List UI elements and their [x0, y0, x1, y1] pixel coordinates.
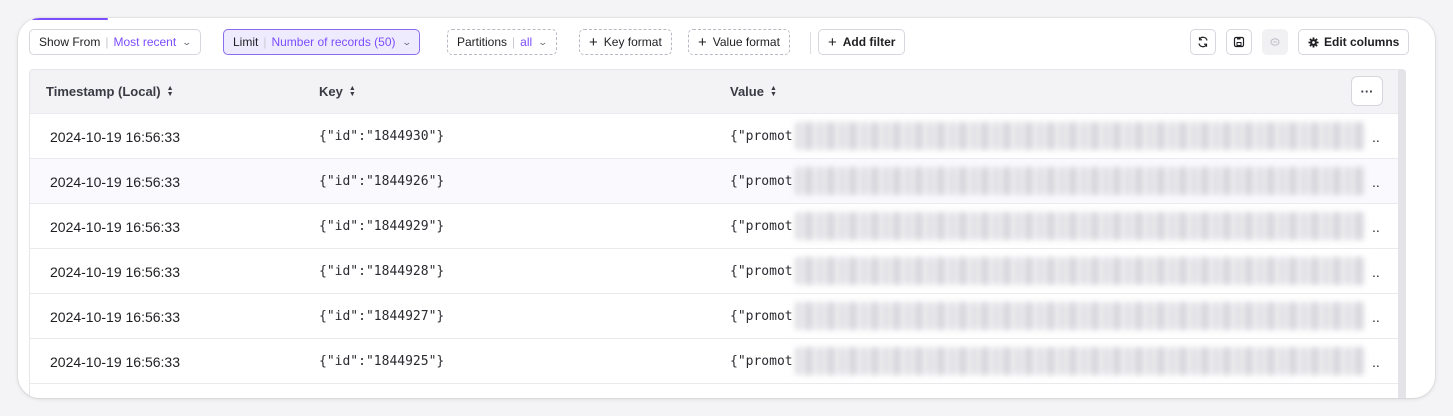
records-table: Timestamp (Local) ▲ ▼ Key ▲ ▼ Value ▲ ▼ ···… — [29, 69, 1400, 398]
timestamp-cell: 2024-10-19 16:56:33 — [50, 353, 180, 370]
refresh-icon — [1198, 36, 1208, 48]
column-header-value[interactable]: Value ▲ ▼ — [730, 70, 777, 113]
show-from-label: Show From — [39, 35, 101, 49]
value-format-button[interactable]: + Value format — [688, 29, 790, 55]
active-tab-indicator — [32, 18, 108, 20]
key-format-label: Key format — [603, 35, 662, 49]
sort-icon: ▲ ▼ — [348, 84, 356, 98]
key-cell: {"id":"1844929"} — [319, 219, 445, 234]
refresh-button[interactable] — [1190, 29, 1216, 55]
sort-icon: ▲ ▼ — [769, 84, 777, 98]
table-row[interactable]: 2024-10-19 16:56:33 {"id":"1844927"} {"p… — [30, 293, 1399, 339]
table-row[interactable]: 2024-10-19 16:56:33 {"id":"1844928"} {"p… — [30, 248, 1399, 294]
column-label: Value — [730, 84, 764, 99]
table-row-partial[interactable] — [30, 383, 1399, 398]
value-cell: {"promot — [730, 174, 793, 189]
timestamp-cell: 2024-10-19 16:56:33 — [50, 263, 180, 280]
edit-columns-button[interactable]: Edit columns — [1298, 29, 1410, 55]
key-cell: {"id":"1844930"} — [319, 129, 445, 144]
value-cell: {"promot — [730, 309, 793, 324]
key-cell: {"id":"1844928"} — [319, 264, 445, 279]
save-icon — [1233, 36, 1245, 48]
chevron-down-icon: ⌄ — [537, 36, 549, 47]
truncation-ellipsis: .. — [1372, 173, 1380, 190]
show-from-value: Most recent — [113, 35, 177, 49]
value-cell: {"promot — [730, 354, 793, 369]
key-cell: {"id":"1844926"} — [319, 174, 445, 189]
timestamp-cell: 2024-10-19 16:56:33 — [50, 218, 180, 235]
save-button[interactable] — [1226, 29, 1252, 55]
redacted-value — [795, 122, 1365, 150]
more-icon: ··· — [1360, 83, 1374, 99]
column-header-timestamp[interactable]: Timestamp (Local) ▲ ▼ — [46, 70, 174, 113]
value-cell: {"promot — [730, 219, 793, 234]
value-cell: {"promot — [730, 264, 793, 279]
table-row[interactable]: 2024-10-19 16:56:33 {"id":"1844925"} {"p… — [30, 338, 1399, 384]
value-format-label: Value format — [712, 35, 780, 49]
column-label: Timestamp (Local) — [46, 84, 161, 99]
plus-icon: + — [589, 33, 598, 51]
sort-icon: ▲ ▼ — [166, 84, 174, 98]
table-header: Timestamp (Local) ▲ ▼ Key ▲ ▼ Value ▲ ▼ ··· — [30, 70, 1399, 113]
toolbar: Show From | Most recent ⌄ Limit | Number… — [29, 29, 1419, 57]
timestamp-cell: 2024-10-19 16:56:33 — [50, 128, 180, 145]
chevron-down-icon: ⌄ — [181, 36, 193, 47]
key-format-button[interactable]: + Key format — [579, 29, 672, 55]
value-cell: {"promot — [730, 129, 793, 144]
redacted-value — [795, 257, 1365, 285]
table-row[interactable]: 2024-10-19 16:56:33 {"id":"1844930"} {"p… — [30, 113, 1399, 159]
truncation-ellipsis: .. — [1372, 308, 1380, 325]
plus-icon: + — [698, 33, 707, 51]
limit-dropdown[interactable]: Limit | Number of records (50) ⌄ — [223, 29, 421, 55]
show-from-dropdown[interactable]: Show From | Most recent ⌄ — [29, 29, 201, 55]
timestamp-cell: 2024-10-19 16:56:33 — [50, 308, 180, 325]
partitions-value: all — [520, 35, 533, 49]
truncation-ellipsis: .. — [1372, 218, 1380, 235]
truncation-ellipsis: .. — [1372, 128, 1380, 145]
toolbar-divider — [810, 32, 811, 54]
timestamp-cell: 2024-10-19 16:56:33 — [50, 173, 180, 190]
partitions-dropdown[interactable]: Partitions | all ⌄ — [447, 29, 557, 55]
add-filter-label: Add filter — [842, 35, 896, 49]
truncation-ellipsis: .. — [1372, 353, 1380, 370]
add-filter-button[interactable]: + Add filter — [818, 29, 906, 55]
vertical-scrollbar[interactable] — [1398, 69, 1406, 398]
redacted-value — [795, 302, 1365, 330]
redacted-value — [795, 347, 1365, 375]
table-row[interactable]: 2024-10-19 16:56:33 {"id":"1844926"} {"p… — [30, 158, 1399, 204]
column-header-key[interactable]: Key ▲ ▼ — [319, 70, 356, 113]
limit-label: Limit — [233, 35, 259, 49]
stop-button[interactable] — [1262, 29, 1288, 55]
plus-icon: + — [828, 33, 837, 51]
chevron-down-icon: ⌄ — [401, 36, 412, 47]
gear-icon — [1308, 36, 1319, 48]
column-label: Key — [319, 84, 343, 99]
key-cell: {"id":"1844927"} — [319, 309, 445, 324]
edit-columns-label: Edit columns — [1324, 35, 1400, 49]
truncation-ellipsis: .. — [1372, 263, 1380, 280]
records-panel: Show From | Most recent ⌄ Limit | Number… — [18, 18, 1435, 398]
redacted-value — [795, 167, 1365, 195]
partitions-label: Partitions — [457, 35, 508, 49]
more-options-button[interactable]: ··· — [1351, 76, 1383, 106]
table-row[interactable]: 2024-10-19 16:56:33 {"id":"1844929"} {"p… — [30, 203, 1399, 249]
redacted-value — [795, 212, 1365, 240]
limit-value: Number of records (50) — [271, 35, 396, 49]
pause-icon — [1270, 38, 1280, 46]
key-cell: {"id":"1844925"} — [319, 354, 445, 369]
